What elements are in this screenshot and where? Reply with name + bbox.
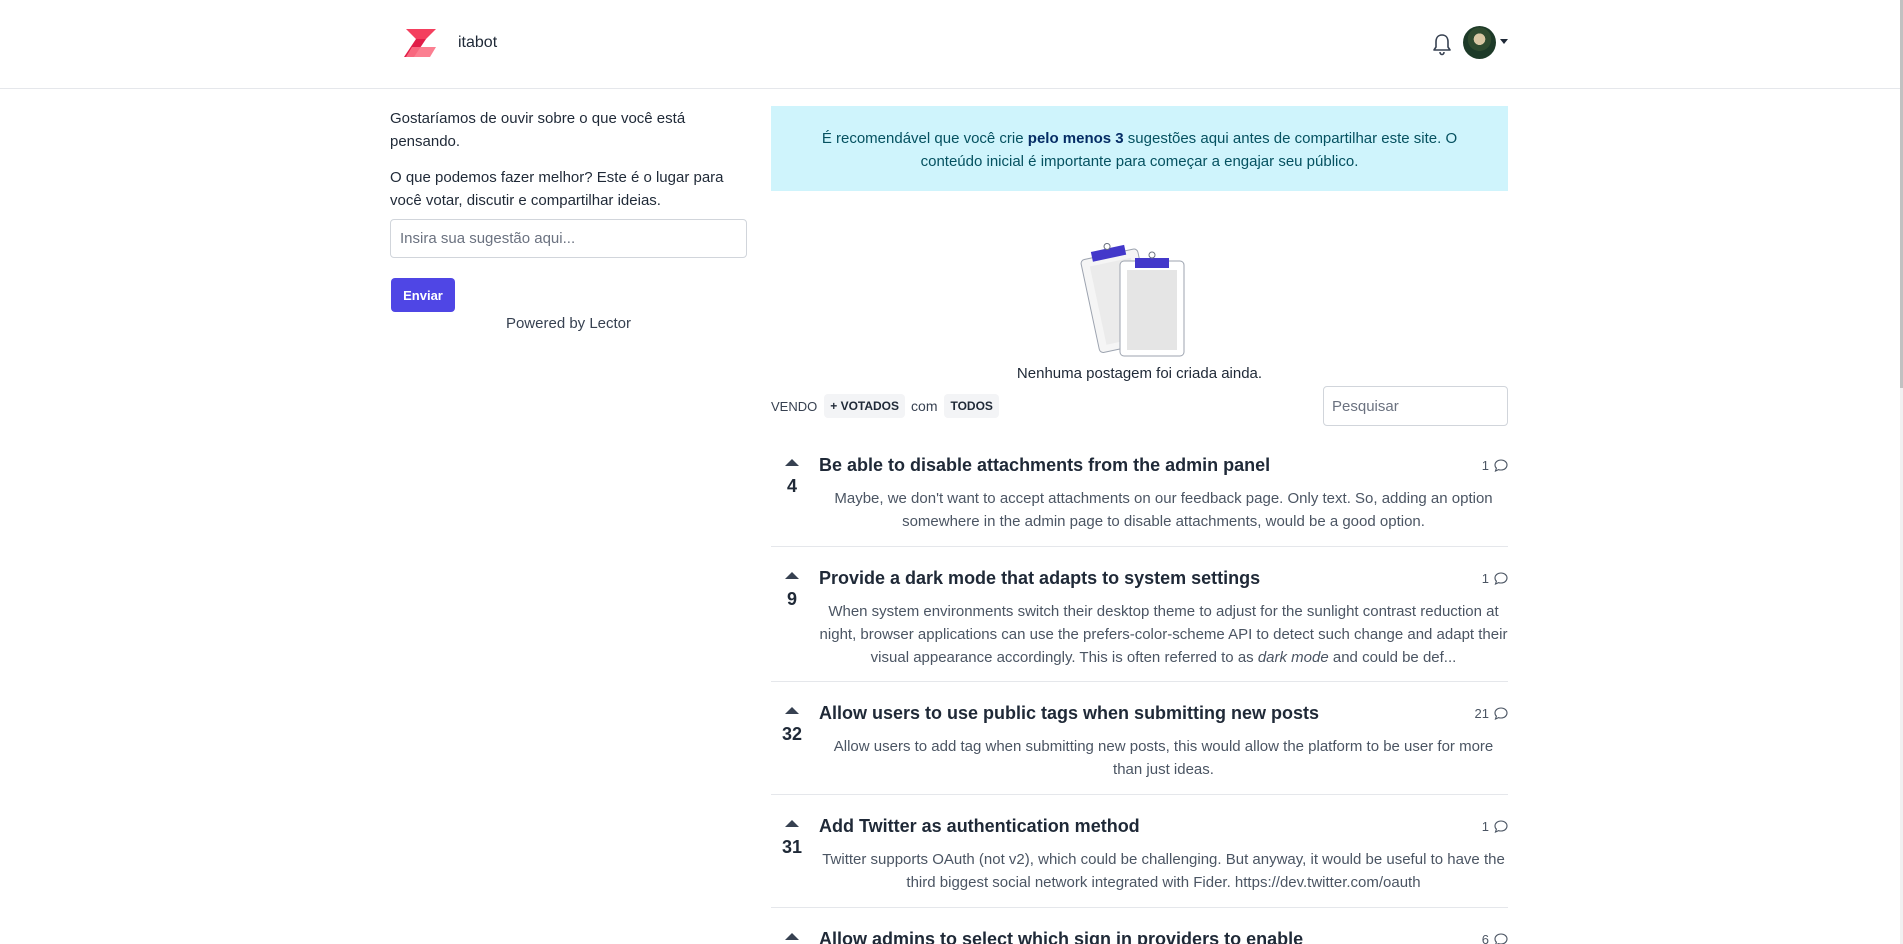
upvote-arrow-icon[interactable] [785,707,799,714]
comment-count-value: 1 [1481,819,1489,834]
caret-down-icon[interactable] [1500,39,1508,44]
post-title[interactable]: Allow users to use public tags when subm… [819,703,1319,724]
vote-count: 32 [781,724,803,744]
recommendation-notice: É recomendável que você crie pelo menos … [771,106,1508,191]
site-name[interactable]: itabot [458,34,497,52]
comment-count: 1 [1482,571,1508,586]
intro-text-secondary: O que podemos fazer melhor? Este é o lug… [390,169,724,209]
empty-state-text: Nenhuma postagem foi criada ainda. [1016,365,1263,382]
comment-count-value: 6 [1481,932,1489,944]
vote-button[interactable]: 9 [771,568,813,610]
post-item: 31 Add Twitter as authentication method … [771,816,1508,908]
post-title[interactable]: Be able to disable attachments from the … [819,455,1270,476]
post-title[interactable]: Add Twitter as authentication method [819,816,1140,837]
comment-icon [1494,459,1508,472]
comment-icon [1494,820,1508,833]
vote-count: 9 [786,589,797,609]
post-description: Maybe, we don't want to accept attachmen… [834,490,1493,530]
upvote-arrow-icon[interactable] [785,459,799,466]
post-title[interactable]: Provide a dark mode that adapts to syste… [819,568,1260,589]
suggestion-input[interactable] [390,219,747,258]
comment-count: 21 [1475,706,1508,721]
vote-button[interactable] [771,929,813,940]
post-item: 9 Provide a dark mode that adapts to sys… [771,568,1508,682]
empty-clipboards-illustration [1080,242,1185,357]
comment-icon [1494,707,1508,720]
post-description: Allow users to add tag when submitting n… [833,738,1494,778]
comment-count-value: 1 [1481,458,1489,473]
user-avatar[interactable] [1463,26,1496,59]
post-title[interactable]: Allow admins to select which sign in pro… [819,929,1303,944]
comment-count-value: 1 [1481,571,1489,586]
with-label: com [911,398,938,414]
comment-count-value: 21 [1474,706,1489,721]
post-description-italic: dark mode [1257,649,1329,666]
vote-count: 4 [786,476,797,496]
filter-bar: VENDO + VOTADOS com TODOS [771,393,999,419]
upvote-arrow-icon[interactable] [785,820,799,827]
intro-text: Gostaríamos de ouvir sobre o que você es… [390,110,686,150]
comment-count: 1 [1482,819,1508,834]
submit-button[interactable]: Enviar [391,278,455,312]
vote-button[interactable]: 31 [771,816,813,858]
sort-dropdown[interactable]: + VOTADOS [824,394,906,418]
search-input[interactable] [1323,386,1508,426]
upvote-arrow-icon[interactable] [785,572,799,579]
viewing-label: VENDO [771,398,818,414]
post-item: 4 Be able to disable attachments from th… [771,455,1508,547]
brand-logo-icon[interactable] [402,27,438,59]
vote-count: 31 [781,837,803,857]
top-header: itabot [0,0,1900,89]
vote-button[interactable]: 32 [771,703,813,745]
post-description: Twitter supports OAuth (not v2), which c… [822,851,1505,891]
notice-text-start: É recomendável que você crie [821,130,1028,147]
comment-count: 1 [1482,458,1508,473]
powered-by-link[interactable]: Powered by Lector [390,315,747,332]
post-description-end: and could be def... [1328,649,1457,666]
post-item: 32 Allow users to use public tags when s… [771,703,1508,795]
upvote-arrow-icon[interactable] [785,933,799,940]
tag-filter-dropdown[interactable]: TODOS [944,394,999,418]
post-description: When system environments switch their de… [819,600,1508,669]
vote-button[interactable]: 4 [771,455,813,497]
post-item: Allow admins to select which sign in pro… [771,929,1508,944]
comment-icon [1494,933,1508,944]
comment-count: 6 [1482,932,1508,944]
comment-icon [1494,572,1508,585]
notice-text-bold: pelo menos 3 [1027,130,1124,147]
bell-icon[interactable] [1431,32,1453,56]
